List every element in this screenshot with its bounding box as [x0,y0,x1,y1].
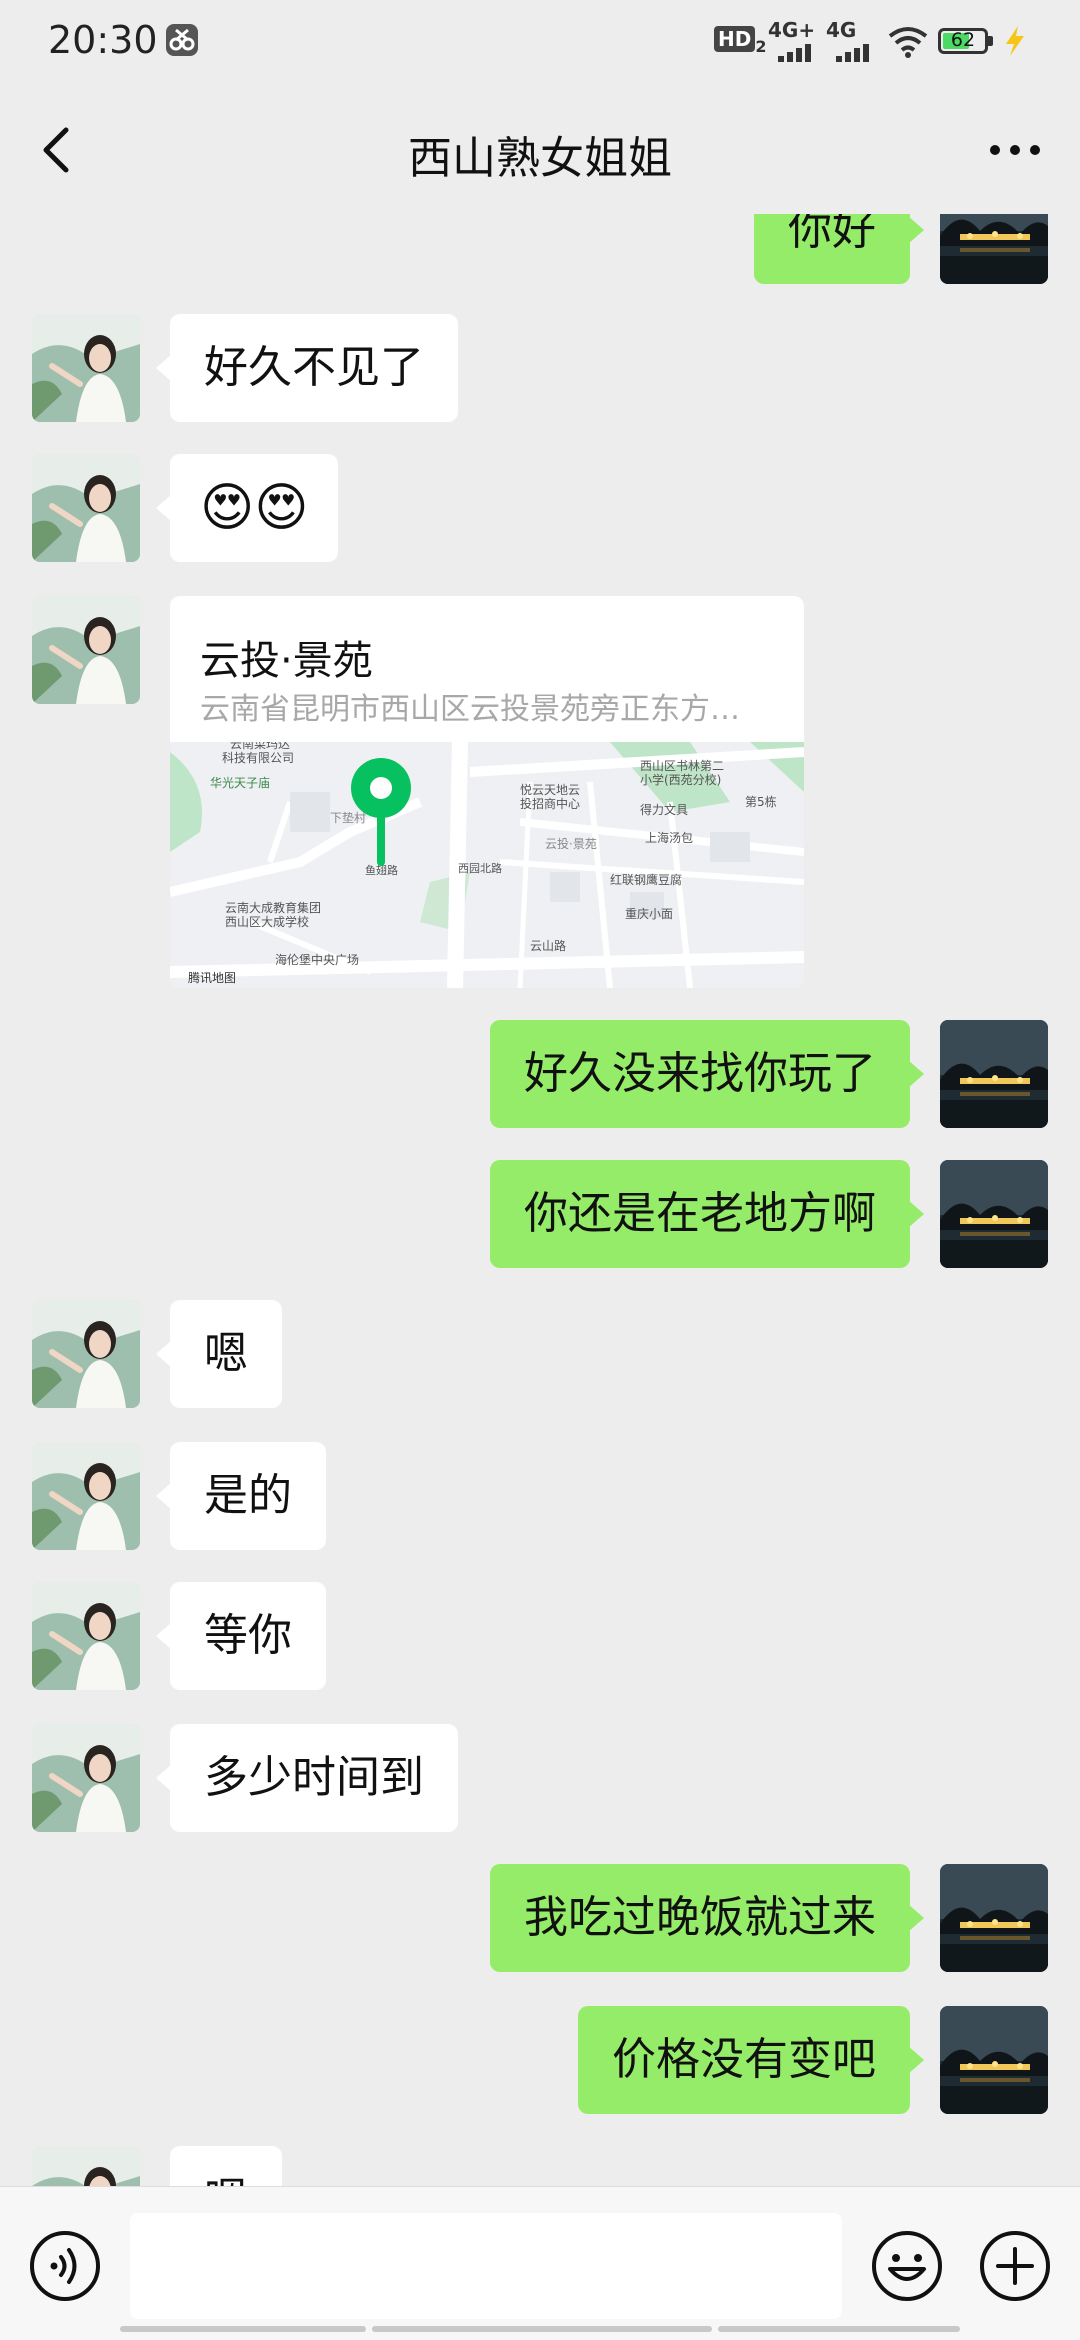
map-label: 云投·景苑 [545,836,597,851]
message-bubble-received[interactable]: 嗯 [170,2146,282,2186]
map-label: 海伦堡中央广场 [275,952,359,967]
battery-level: 62 [950,29,976,51]
contact-avatar[interactable] [32,1300,140,1408]
plus-icon[interactable] [978,2229,1052,2303]
location-card[interactable]: 云投·景苑 云南省昆明市西山区云投景苑旁正东方… 云南菜玛达 科技有限公司 华光… [170,596,804,988]
chat-title: 西山熟女姐姐 [408,133,672,184]
emoji-icon[interactable] [870,2229,944,2303]
status-time: 20:30 [48,18,158,62]
scroll-indicator [372,2326,712,2332]
map-label: 华光天子庙 [210,776,270,790]
contact-avatar[interactable] [32,596,140,704]
charging-icon [1006,26,1024,56]
input-bar [0,2186,1080,2340]
location-title: 云投·景苑 [200,638,373,684]
map-label: 西园北路 [458,862,502,875]
scroll-indicator [120,2326,366,2332]
message-bubble-sent[interactable]: 价格没有变吧 [578,2006,924,2114]
my-avatar[interactable] [940,2006,1048,2114]
message-bubble-received[interactable]: 好久不见了 [156,314,458,422]
message-bubble-received[interactable]: 嗯 [156,1300,282,1408]
battery-icon: 62 [938,28,988,54]
scroll-indicator [718,2326,960,2332]
map-label: 云山路 [530,938,566,953]
chat-message-list[interactable]: 你好 好久不见了 😍😍 云投·景苑 云南省昆明市西山区云投景苑旁正东方… 云南菜… [0,214,1080,2186]
map-label: 红联钢鹰豆腐 [610,872,682,887]
voice-icon[interactable] [28,2229,102,2303]
map-label: 悦云天地云 [520,783,580,797]
message-bubble-sent[interactable]: 你还是在老地方啊 [490,1160,924,1268]
map-label: 第5栋 [745,794,777,809]
message-bubble-sent[interactable]: 好久没来找你玩了 [490,1020,924,1128]
location-address: 云南省昆明市西山区云投景苑旁正东方… [200,692,740,727]
map-label: 重庆小面 [625,907,673,921]
map-label: 西山区书林第二 [640,759,724,773]
screenshot-app-icon [166,24,198,56]
message-input[interactable] [130,2213,842,2319]
map-label: 云南菜玛达 [230,742,290,751]
message-bubble-received[interactable]: 等你 [156,1582,326,1690]
map-label: 上海汤包 [645,830,693,845]
my-avatar[interactable] [940,1160,1048,1268]
my-avatar[interactable] [940,1020,1048,1128]
message-bubble-sent[interactable]: 我吃过晚饭就过来 [490,1864,924,1972]
map-label: 得力文具 [640,802,688,817]
message-bubble-sent[interactable]: 你好 [754,214,924,284]
chat-header: 西山熟女姐姐 [0,86,1080,214]
map-watermark: 腾讯地图 [188,970,236,985]
map-label: 云南大成教育集团 [225,900,321,915]
contact-avatar[interactable] [32,454,140,562]
message-bubble-received[interactable]: 多少时间到 [156,1724,458,1832]
signal-icon-2 [836,44,869,62]
contact-avatar[interactable] [32,1724,140,1832]
my-avatar[interactable] [940,1864,1048,1972]
map-label: 下垫村 [330,810,366,825]
my-avatar[interactable] [940,214,1048,284]
back-arrow-icon[interactable] [30,120,90,180]
map-label: 科技有限公司 [222,751,294,765]
network-4g: 4G [826,18,857,42]
contact-avatar[interactable] [32,1582,140,1690]
signal-icon-1 [778,44,811,62]
message-bubble-received[interactable]: 是的 [156,1442,326,1550]
status-bar: 20:30 HD 2 4G+ 4G 62 [0,0,1080,86]
wifi-icon [888,27,928,58]
map-label: 西山区大成学校 [225,914,309,929]
map-label: 投招商中心 [520,796,580,811]
contact-avatar[interactable] [32,1442,140,1550]
map-label: 小学(西苑分校) [640,772,721,787]
more-options-icon[interactable] [980,120,1050,180]
contact-avatar[interactable] [32,314,140,422]
location-map[interactable]: 云南菜玛达 科技有限公司 华光天子庙 下垫村 云南大成教育集团 西山区大成学校 … [170,742,804,988]
network-4g-plus: 4G+ [768,18,816,42]
contact-avatar[interactable] [32,2146,140,2186]
hd-badge: HD 2 [714,26,766,56]
battery-tip [988,36,993,46]
message-bubble-emoji[interactable]: 😍😍 [155,454,339,562]
